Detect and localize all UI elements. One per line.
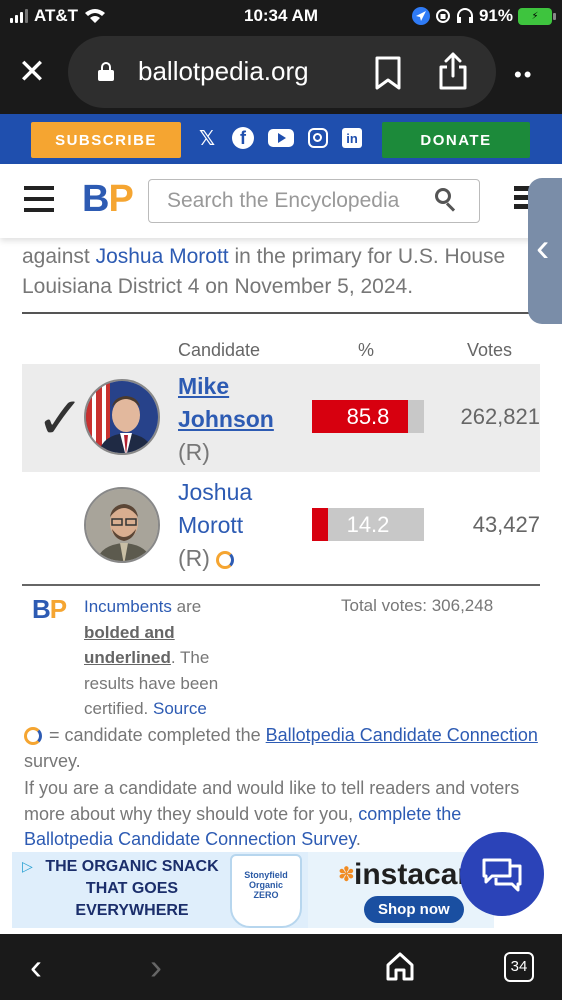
morott-link[interactable]: Joshua Morott <box>96 245 229 268</box>
battery-percent: 91% <box>478 6 513 25</box>
divider <box>22 312 540 314</box>
advertisement-banner[interactable]: ▷ THE ORGANIC SNACK THAT GOES EVERYWHERE… <box>12 852 494 928</box>
tabs-button[interactable]: 34 <box>504 952 534 982</box>
site-top-bar: SUBSCRIBE 𝕏 f in DONATE ‹ <box>0 114 562 324</box>
share-icon[interactable] <box>438 52 468 90</box>
intro-text: against Joshua Morott in the primary for… <box>22 245 506 298</box>
status-bar: AT&T 10:34 AM 91% ⚡ <box>0 0 562 34</box>
candidate-connection-note: = candidate completed the Ballotpedia Ca… <box>24 725 538 771</box>
search-icon[interactable] <box>435 188 457 212</box>
vote-count: 43,427 <box>472 512 540 537</box>
shop-now-button[interactable]: Shop now <box>364 896 464 923</box>
candidate-name: Mike Johnson (R) <box>178 370 274 469</box>
headphones-icon <box>456 8 473 23</box>
candidate-photo-johnson[interactable] <box>84 379 160 455</box>
side-drawer-tab[interactable]: ‹ <box>528 178 562 324</box>
party-label: (R) <box>178 545 210 571</box>
address-bar[interactable]: ballotpedia.org <box>68 36 496 108</box>
donate-button[interactable]: DONATE <box>382 122 530 158</box>
footnote-text: Incumbents are bolded and underlined. Th… <box>84 597 219 718</box>
subscribe-button[interactable]: SUBSCRIBE <box>31 122 181 158</box>
candidate-link-morott[interactable]: Joshua Morott <box>178 479 252 538</box>
source-link[interactable]: Source <box>153 699 207 718</box>
rotation-lock-icon <box>435 9 450 23</box>
chat-icon <box>482 858 522 892</box>
table-row: Joshua Morott (R) 14.2 43,427 <box>22 472 540 580</box>
table-row: ✓ Mike Johnson (R) 85.8 262,821 <box>22 364 540 472</box>
search-box[interactable] <box>148 179 480 223</box>
battery-icon: ⚡ <box>518 7 556 25</box>
total-votes: Total votes: 306,248 <box>341 596 494 615</box>
social-links: 𝕏 f in <box>196 126 362 150</box>
yogurt-cup-image: Stonyfield Organic ZERO <box>230 854 302 928</box>
percent-value: 14.2 <box>346 512 390 537</box>
lock-icon <box>98 62 114 81</box>
x-icon[interactable]: 𝕏 <box>196 126 218 150</box>
candidate-name: Joshua Morott (R) <box>178 476 252 575</box>
winner-check-icon: ✓ <box>36 386 85 451</box>
search-input[interactable] <box>167 189 427 213</box>
candidate-connection-link[interactable]: Ballotpedia Candidate Connection <box>266 725 538 745</box>
party-label: (R) <box>178 439 210 465</box>
bookmark-icon[interactable] <box>374 56 402 90</box>
linkedin-icon[interactable]: in <box>342 128 362 148</box>
candidate-connection-icon <box>215 550 234 569</box>
home-icon[interactable] <box>384 950 416 982</box>
youtube-icon[interactable] <box>268 129 294 147</box>
hamburger-menu-icon[interactable] <box>24 186 54 212</box>
url-text[interactable]: ballotpedia.org <box>138 56 309 87</box>
percent-bar: 85.8 <box>312 400 424 433</box>
ad-headline: THE ORGANIC SNACK THAT GOES EVERYWHERE <box>45 858 219 919</box>
forward-arrow-icon[interactable]: › <box>150 946 162 988</box>
header-votes: Votes <box>467 340 513 360</box>
divider <box>22 584 540 586</box>
candidate-connection-icon <box>24 727 42 746</box>
header-percent: % <box>358 340 375 360</box>
percent-value: 85.8 <box>346 404 390 429</box>
browser-bottom-bar: ‹ › 34 <box>0 934 562 1000</box>
chat-button[interactable] <box>460 832 544 916</box>
adchoices-icon[interactable]: ▷ <box>22 858 33 875</box>
ad-left: ▷ THE ORGANIC SNACK THAT GOES EVERYWHERE <box>12 852 222 928</box>
facebook-icon[interactable]: f <box>232 127 254 149</box>
back-arrow-icon[interactable]: ‹ <box>30 946 42 988</box>
percent-bar: 14.2 <box>312 508 424 541</box>
incumbents-link[interactable]: Incumbents <box>84 597 172 616</box>
close-icon[interactable]: ✕ <box>16 54 48 90</box>
location-icon <box>411 7 430 25</box>
instacart-carrot-icon: ✽ <box>338 864 355 886</box>
instagram-icon[interactable] <box>308 128 328 148</box>
candidate-link-johnson[interactable]: Mike Johnson <box>178 373 274 432</box>
header-candidate: Candidate <box>178 340 261 360</box>
status-right: 91% ⚡ <box>411 6 556 26</box>
site-header: BP <box>0 164 562 238</box>
ballotpedia-small-logo: BP <box>32 594 67 624</box>
vote-count: 262,821 <box>460 404 540 429</box>
ballotpedia-logo[interactable]: BP <box>82 178 134 221</box>
candidate-photo-morott[interactable] <box>84 487 160 563</box>
browser-toolbar: ✕ ballotpedia.org •• <box>0 34 562 114</box>
chevron-left-icon: ‹ <box>536 226 550 270</box>
more-icon[interactable]: •• <box>514 62 533 88</box>
